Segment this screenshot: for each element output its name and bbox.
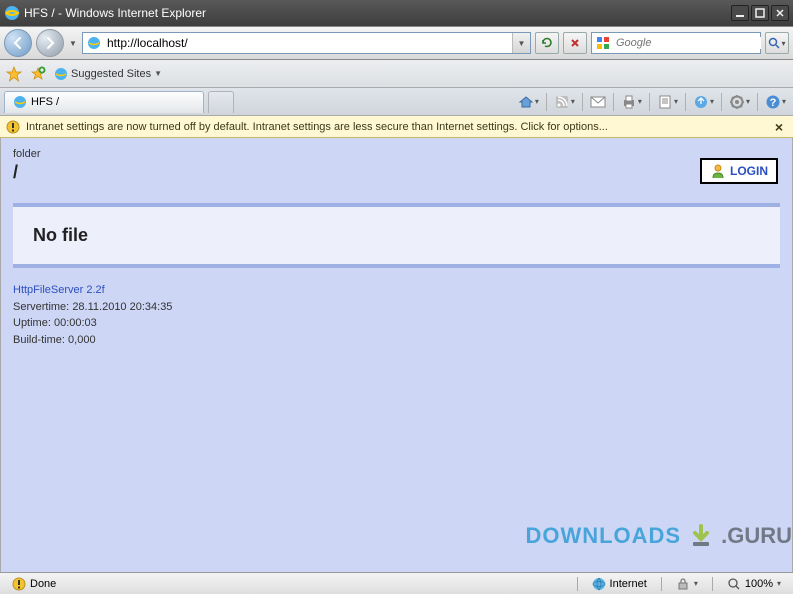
feeds-button[interactable]: ▾ <box>551 92 578 112</box>
infobar-message: Intranet settings are now turned off by … <box>26 121 765 133</box>
maximize-button[interactable] <box>751 5 769 21</box>
internet-zone-icon <box>592 577 606 591</box>
protected-mode-icon <box>676 577 690 591</box>
file-list-panel: No file <box>13 203 780 268</box>
print-button[interactable]: ▾ <box>618 92 645 112</box>
watermark-text2: .GURU <box>721 523 792 549</box>
command-bar: ▾ ▾ ▾ ▾ ▾ ▾ ?▾ <box>515 92 789 112</box>
watermark: DOWNLOADS .GURU <box>525 522 792 550</box>
ie-page-icon <box>13 95 27 109</box>
url-input[interactable] <box>105 36 512 50</box>
tab-bar: HFS / ▾ ▾ ▾ ▾ ▾ ▾ ?▾ <box>0 88 793 116</box>
status-message-section: Done <box>6 577 62 591</box>
read-mail-button[interactable] <box>587 94 609 110</box>
buildtime-label: Build-time: <box>13 334 65 346</box>
page-content: folder / LOGIN No file HttpFileServer 2.… <box>0 138 793 573</box>
no-file-heading: No file <box>33 225 760 246</box>
window-titlebar: HFS / - Windows Internet Explorer <box>0 0 793 26</box>
folder-label: folder <box>13 148 780 160</box>
infobar-close-button[interactable]: × <box>771 119 787 135</box>
login-button[interactable]: LOGIN <box>700 158 778 184</box>
ie-icon <box>4 5 20 21</box>
minimize-button[interactable] <box>731 5 749 21</box>
search-input[interactable] <box>614 37 761 49</box>
servertime-value: 28.11.2010 20:34:35 <box>72 301 172 313</box>
google-icon <box>596 36 610 50</box>
login-label: LOGIN <box>730 164 768 178</box>
user-icon <box>710 163 726 179</box>
watermark-text1: DOWNLOADS <box>525 523 681 549</box>
warning-icon <box>6 120 20 134</box>
server-info: HttpFileServer 2.2f Servertime: 28.11.20… <box>13 282 780 348</box>
address-bar[interactable]: ▼ <box>82 32 531 54</box>
protected-mode-section[interactable]: ▾ <box>670 577 704 591</box>
stop-button[interactable] <box>563 32 587 54</box>
page-menu-button[interactable]: ▾ <box>654 92 681 112</box>
suggested-sites-label: Suggested Sites <box>71 68 151 80</box>
search-button[interactable]: ▾ <box>765 32 789 54</box>
svg-text:?: ? <box>770 97 777 109</box>
status-bar: Done Internet ▾ 100% ▾ <box>0 572 793 594</box>
zone-label: Internet <box>610 578 647 590</box>
suggested-sites-button[interactable]: Suggested Sites ▼ <box>54 67 162 81</box>
status-done-label: Done <box>30 578 56 590</box>
server-version-link[interactable]: HttpFileServer 2.2f <box>13 284 105 296</box>
nav-history-dropdown[interactable]: ▼ <box>68 39 78 48</box>
download-icon <box>687 522 715 550</box>
tab-label: HFS / <box>31 96 59 108</box>
path-text: / <box>13 162 780 183</box>
safety-menu-button[interactable]: ▾ <box>690 92 717 112</box>
favorites-button[interactable] <box>6 66 22 82</box>
home-button[interactable]: ▾ <box>515 92 542 112</box>
zoom-icon <box>727 577 741 591</box>
forward-button[interactable] <box>36 29 64 57</box>
page-icon <box>87 36 101 50</box>
zoom-value: 100% <box>745 578 773 590</box>
uptime-label: Uptime: <box>13 317 51 329</box>
window-title: HFS / - Windows Internet Explorer <box>24 6 729 20</box>
buildtime-value: 0,000 <box>68 334 96 346</box>
tab-hfs[interactable]: HFS / <box>4 91 204 113</box>
security-zone-section[interactable]: Internet <box>586 577 653 591</box>
new-tab-button[interactable] <box>208 91 234 113</box>
information-bar[interactable]: Intranet settings are now turned off by … <box>0 116 793 138</box>
search-box[interactable] <box>591 32 761 54</box>
back-button[interactable] <box>4 29 32 57</box>
help-menu-button[interactable]: ?▾ <box>762 92 789 112</box>
address-dropdown[interactable]: ▼ <box>512 33 530 53</box>
servertime-label: Servertime: <box>13 301 69 313</box>
favorites-bar: Suggested Sites ▼ <box>0 60 793 88</box>
close-button[interactable] <box>771 5 789 21</box>
add-favorites-button[interactable] <box>30 66 46 82</box>
zoom-section[interactable]: 100% ▾ <box>721 577 787 591</box>
warning-icon <box>12 577 26 591</box>
uptime-value: 00:00:03 <box>54 317 97 329</box>
refresh-button[interactable] <box>535 32 559 54</box>
tools-menu-button[interactable]: ▾ <box>726 92 753 112</box>
navigation-bar: ▼ ▼ ▾ <box>0 26 793 60</box>
